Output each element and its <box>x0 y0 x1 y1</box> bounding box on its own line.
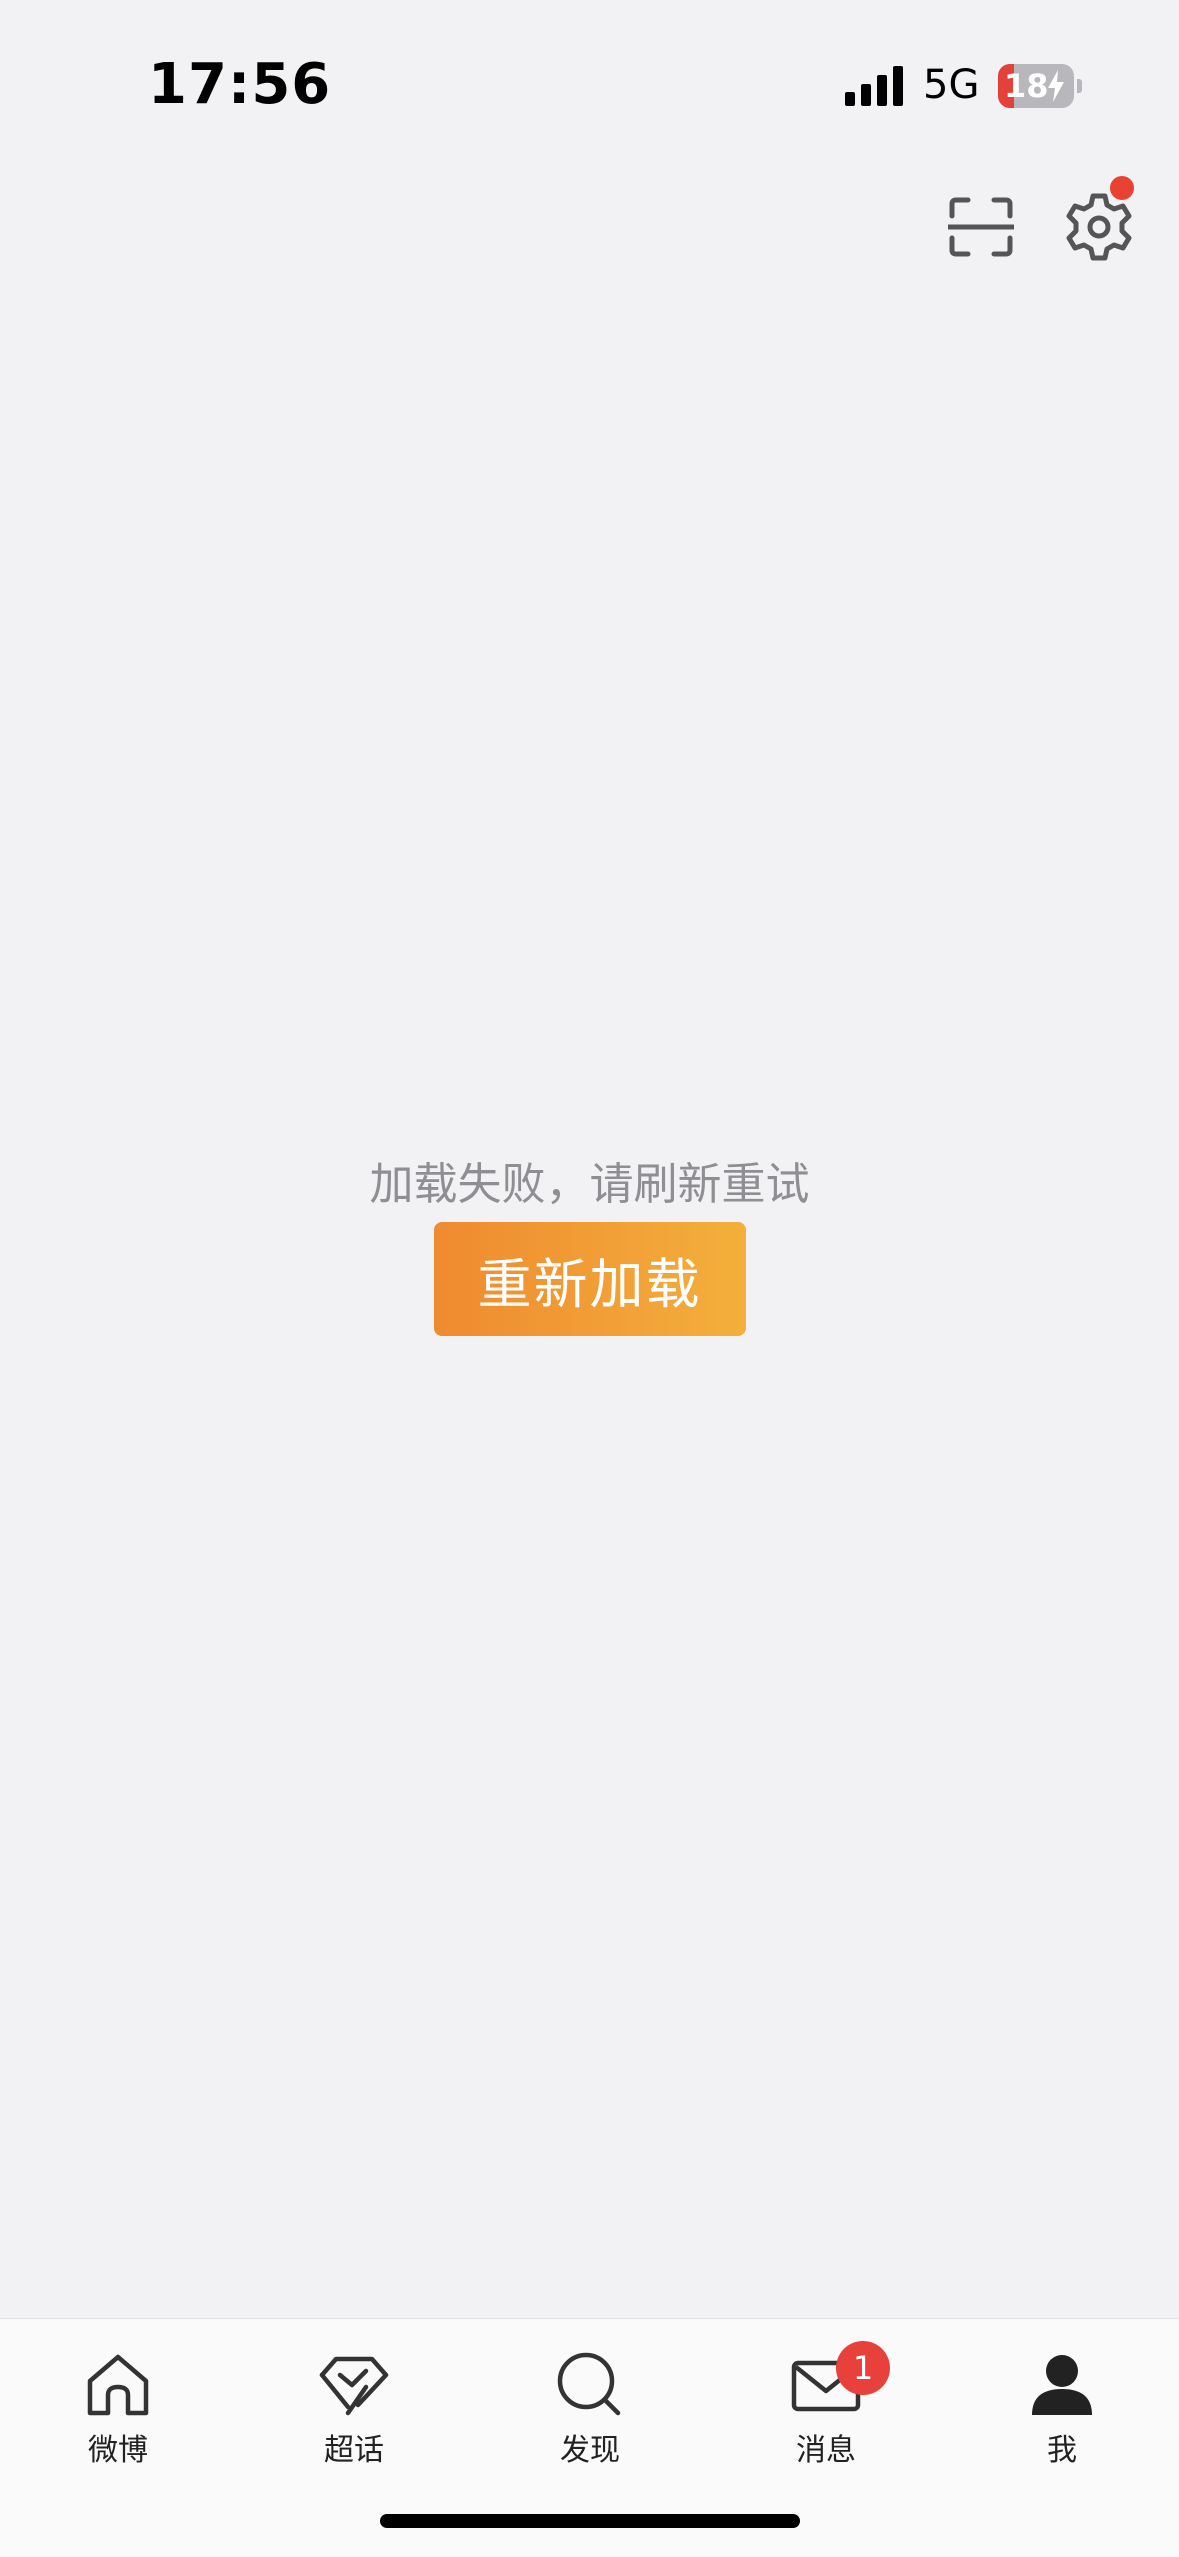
cellular-signal-icon <box>845 66 903 106</box>
tab-label-discover: 发现 <box>560 2433 620 2468</box>
load-error-panel: 加载失败，请刷新重试 重新加载 <box>0 1150 1179 1336</box>
home-icon <box>87 2354 149 2416</box>
tab-label-messages: 消息 <box>796 2433 856 2468</box>
battery-body: 18 <box>998 64 1074 108</box>
notification-dot <box>1110 176 1134 200</box>
search-icon <box>557 2352 621 2416</box>
status-time: 17:56 <box>148 52 332 117</box>
message-count-badge: 1 <box>836 2341 890 2395</box>
tab-supertopic[interactable]: 超话 <box>236 2319 472 2479</box>
tab-discover[interactable]: 发现 <box>472 2319 708 2479</box>
profile-icon <box>1032 2355 1092 2415</box>
scan-icon[interactable] <box>948 196 1014 258</box>
battery-indicator: 18 <box>998 64 1082 108</box>
tab-me[interactable]: 我 <box>944 2319 1179 2479</box>
network-type: 5G <box>923 62 980 108</box>
tab-weibo[interactable]: 微博 <box>0 2319 236 2479</box>
battery-level: 18 <box>1004 67 1049 105</box>
tab-label-supertopic: 超话 <box>324 2433 384 2468</box>
charging-bolt-icon <box>1048 70 1064 102</box>
tab-label-me: 我 <box>1047 2433 1077 2468</box>
error-message: 加载失败，请刷新重试 <box>369 1159 810 1210</box>
diamond-icon <box>319 2356 389 2416</box>
gear-icon[interactable] <box>1064 192 1134 262</box>
reload-button[interactable]: 重新加载 <box>433 1222 746 1336</box>
home-indicator <box>380 2514 800 2528</box>
battery-tip <box>1077 79 1082 93</box>
tab-label-weibo: 微博 <box>88 2433 148 2468</box>
tab-messages[interactable]: 消息 <box>708 2319 944 2479</box>
status-bar: 17:56 5G 18 <box>0 0 1179 170</box>
